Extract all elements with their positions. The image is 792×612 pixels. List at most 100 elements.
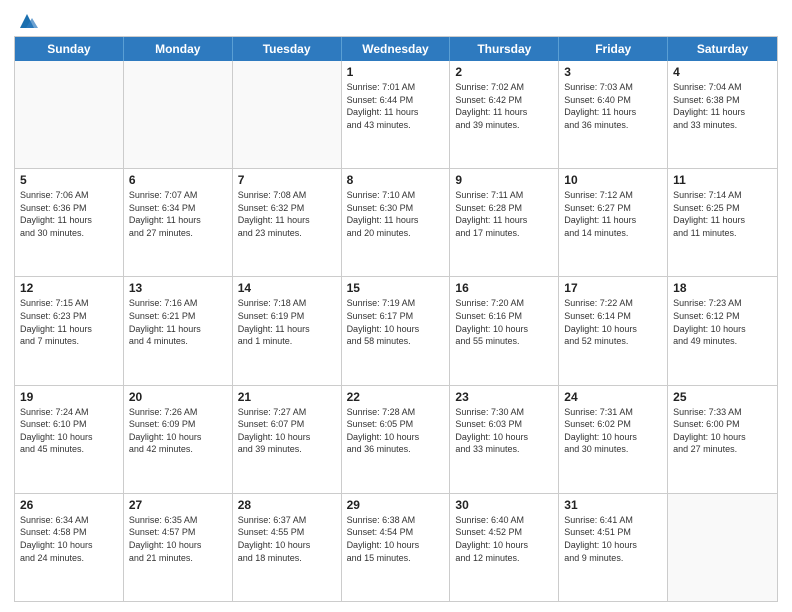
day-number: 28 — [238, 498, 336, 512]
day-info: Sunrise: 6:37 AM Sunset: 4:55 PM Dayligh… — [238, 514, 336, 564]
day-info: Sunrise: 7:01 AM Sunset: 6:44 PM Dayligh… — [347, 81, 445, 131]
day-number: 1 — [347, 65, 445, 79]
cal-week-1: 1 Sunrise: 7:01 AM Sunset: 6:44 PM Daylig… — [15, 61, 777, 169]
table-row — [233, 61, 342, 168]
cal-header-thursday: Thursday — [450, 37, 559, 61]
table-row: 30 Sunrise: 6:40 AM Sunset: 4:52 PM Dayli… — [450, 494, 559, 601]
table-row: 16 Sunrise: 7:20 AM Sunset: 6:16 PM Dayli… — [450, 277, 559, 384]
day-number: 29 — [347, 498, 445, 512]
day-info: Sunrise: 7:19 AM Sunset: 6:17 PM Dayligh… — [347, 297, 445, 347]
day-number: 26 — [20, 498, 118, 512]
table-row: 26 Sunrise: 6:34 AM Sunset: 4:58 PM Dayli… — [15, 494, 124, 601]
day-number: 21 — [238, 390, 336, 404]
day-info: Sunrise: 7:02 AM Sunset: 6:42 PM Dayligh… — [455, 81, 553, 131]
day-number: 10 — [564, 173, 662, 187]
day-info: Sunrise: 7:30 AM Sunset: 6:03 PM Dayligh… — [455, 406, 553, 456]
day-info: Sunrise: 6:41 AM Sunset: 4:51 PM Dayligh… — [564, 514, 662, 564]
day-info: Sunrise: 6:35 AM Sunset: 4:57 PM Dayligh… — [129, 514, 227, 564]
day-info: Sunrise: 7:26 AM Sunset: 6:09 PM Dayligh… — [129, 406, 227, 456]
table-row: 13 Sunrise: 7:16 AM Sunset: 6:21 PM Dayli… — [124, 277, 233, 384]
table-row — [15, 61, 124, 168]
table-row: 2 Sunrise: 7:02 AM Sunset: 6:42 PM Daylig… — [450, 61, 559, 168]
day-number: 7 — [238, 173, 336, 187]
day-number: 4 — [673, 65, 772, 79]
day-info: Sunrise: 7:08 AM Sunset: 6:32 PM Dayligh… — [238, 189, 336, 239]
cal-week-4: 19 Sunrise: 7:24 AM Sunset: 6:10 PM Dayli… — [15, 386, 777, 494]
day-info: Sunrise: 6:38 AM Sunset: 4:54 PM Dayligh… — [347, 514, 445, 564]
day-number: 12 — [20, 281, 118, 295]
day-info: Sunrise: 7:22 AM Sunset: 6:14 PM Dayligh… — [564, 297, 662, 347]
table-row: 19 Sunrise: 7:24 AM Sunset: 6:10 PM Dayli… — [15, 386, 124, 493]
day-info: Sunrise: 7:23 AM Sunset: 6:12 PM Dayligh… — [673, 297, 772, 347]
logo-icon — [16, 10, 38, 32]
day-number: 14 — [238, 281, 336, 295]
page-container: SundayMondayTuesdayWednesdayThursdayFrid… — [0, 0, 792, 612]
day-info: Sunrise: 7:16 AM Sunset: 6:21 PM Dayligh… — [129, 297, 227, 347]
day-info: Sunrise: 7:31 AM Sunset: 6:02 PM Dayligh… — [564, 406, 662, 456]
table-row: 17 Sunrise: 7:22 AM Sunset: 6:14 PM Dayli… — [559, 277, 668, 384]
table-row: 29 Sunrise: 6:38 AM Sunset: 4:54 PM Dayli… — [342, 494, 451, 601]
cal-header-sunday: Sunday — [15, 37, 124, 61]
table-row: 28 Sunrise: 6:37 AM Sunset: 4:55 PM Dayli… — [233, 494, 342, 601]
cal-header-friday: Friday — [559, 37, 668, 61]
day-number: 2 — [455, 65, 553, 79]
day-number: 15 — [347, 281, 445, 295]
day-info: Sunrise: 7:18 AM Sunset: 6:19 PM Dayligh… — [238, 297, 336, 347]
cal-week-3: 12 Sunrise: 7:15 AM Sunset: 6:23 PM Dayli… — [15, 277, 777, 385]
table-row — [668, 494, 777, 601]
day-info: Sunrise: 7:04 AM Sunset: 6:38 PM Dayligh… — [673, 81, 772, 131]
table-row: 11 Sunrise: 7:14 AM Sunset: 6:25 PM Dayli… — [668, 169, 777, 276]
day-number: 30 — [455, 498, 553, 512]
table-row: 7 Sunrise: 7:08 AM Sunset: 6:32 PM Daylig… — [233, 169, 342, 276]
day-number: 13 — [129, 281, 227, 295]
table-row: 12 Sunrise: 7:15 AM Sunset: 6:23 PM Dayli… — [15, 277, 124, 384]
day-number: 11 — [673, 173, 772, 187]
table-row: 20 Sunrise: 7:26 AM Sunset: 6:09 PM Dayli… — [124, 386, 233, 493]
day-info: Sunrise: 6:40 AM Sunset: 4:52 PM Dayligh… — [455, 514, 553, 564]
day-number: 27 — [129, 498, 227, 512]
table-row: 9 Sunrise: 7:11 AM Sunset: 6:28 PM Daylig… — [450, 169, 559, 276]
day-info: Sunrise: 7:20 AM Sunset: 6:16 PM Dayligh… — [455, 297, 553, 347]
day-info: Sunrise: 7:24 AM Sunset: 6:10 PM Dayligh… — [20, 406, 118, 456]
day-info: Sunrise: 7:27 AM Sunset: 6:07 PM Dayligh… — [238, 406, 336, 456]
calendar: SundayMondayTuesdayWednesdayThursdayFrid… — [14, 36, 778, 602]
day-info: Sunrise: 6:34 AM Sunset: 4:58 PM Dayligh… — [20, 514, 118, 564]
cal-week-2: 5 Sunrise: 7:06 AM Sunset: 6:36 PM Daylig… — [15, 169, 777, 277]
table-row: 14 Sunrise: 7:18 AM Sunset: 6:19 PM Dayli… — [233, 277, 342, 384]
table-row: 6Sunrise: 7:07 AM Sunset: 6:34 PM Daylig… — [124, 169, 233, 276]
table-row: 24 Sunrise: 7:31 AM Sunset: 6:02 PM Dayli… — [559, 386, 668, 493]
day-info: Sunrise: 7:12 AM Sunset: 6:27 PM Dayligh… — [564, 189, 662, 239]
day-number: 9 — [455, 173, 553, 187]
header — [14, 10, 778, 30]
day-number: 31 — [564, 498, 662, 512]
table-row: 18 Sunrise: 7:23 AM Sunset: 6:12 PM Dayli… — [668, 277, 777, 384]
day-info: Sunrise: 7:15 AM Sunset: 6:23 PM Dayligh… — [20, 297, 118, 347]
day-number: 18 — [673, 281, 772, 295]
day-number: 5 — [20, 173, 118, 187]
table-row: 23Sunrise: 7:30 AM Sunset: 6:03 PM Dayli… — [450, 386, 559, 493]
day-number: 20 — [129, 390, 227, 404]
day-number: 19 — [20, 390, 118, 404]
day-info: Sunrise: 7:14 AM Sunset: 6:25 PM Dayligh… — [673, 189, 772, 239]
table-row: 3Sunrise: 7:03 AM Sunset: 6:40 PM Daylig… — [559, 61, 668, 168]
table-row: 10 Sunrise: 7:12 AM Sunset: 6:27 PM Dayli… — [559, 169, 668, 276]
cal-header-monday: Monday — [124, 37, 233, 61]
day-number: 22 — [347, 390, 445, 404]
day-number: 16 — [455, 281, 553, 295]
day-number: 24 — [564, 390, 662, 404]
calendar-header-row: SundayMondayTuesdayWednesdayThursdayFrid… — [15, 37, 777, 61]
day-number: 17 — [564, 281, 662, 295]
day-number: 3 — [564, 65, 662, 79]
table-row: 25Sunrise: 7:33 AM Sunset: 6:00 PM Dayli… — [668, 386, 777, 493]
cal-header-saturday: Saturday — [668, 37, 777, 61]
cal-week-5: 26 Sunrise: 6:34 AM Sunset: 4:58 PM Dayli… — [15, 494, 777, 601]
day-number: 25 — [673, 390, 772, 404]
logo — [14, 10, 38, 30]
calendar-body: 1 Sunrise: 7:01 AM Sunset: 6:44 PM Daylig… — [15, 61, 777, 601]
cal-header-wednesday: Wednesday — [342, 37, 451, 61]
table-row: 31 Sunrise: 6:41 AM Sunset: 4:51 PM Dayli… — [559, 494, 668, 601]
day-info: Sunrise: 7:06 AM Sunset: 6:36 PM Dayligh… — [20, 189, 118, 239]
day-number: 8 — [347, 173, 445, 187]
table-row: 15 Sunrise: 7:19 AM Sunset: 6:17 PM Dayli… — [342, 277, 451, 384]
day-info: Sunrise: 7:11 AM Sunset: 6:28 PM Dayligh… — [455, 189, 553, 239]
